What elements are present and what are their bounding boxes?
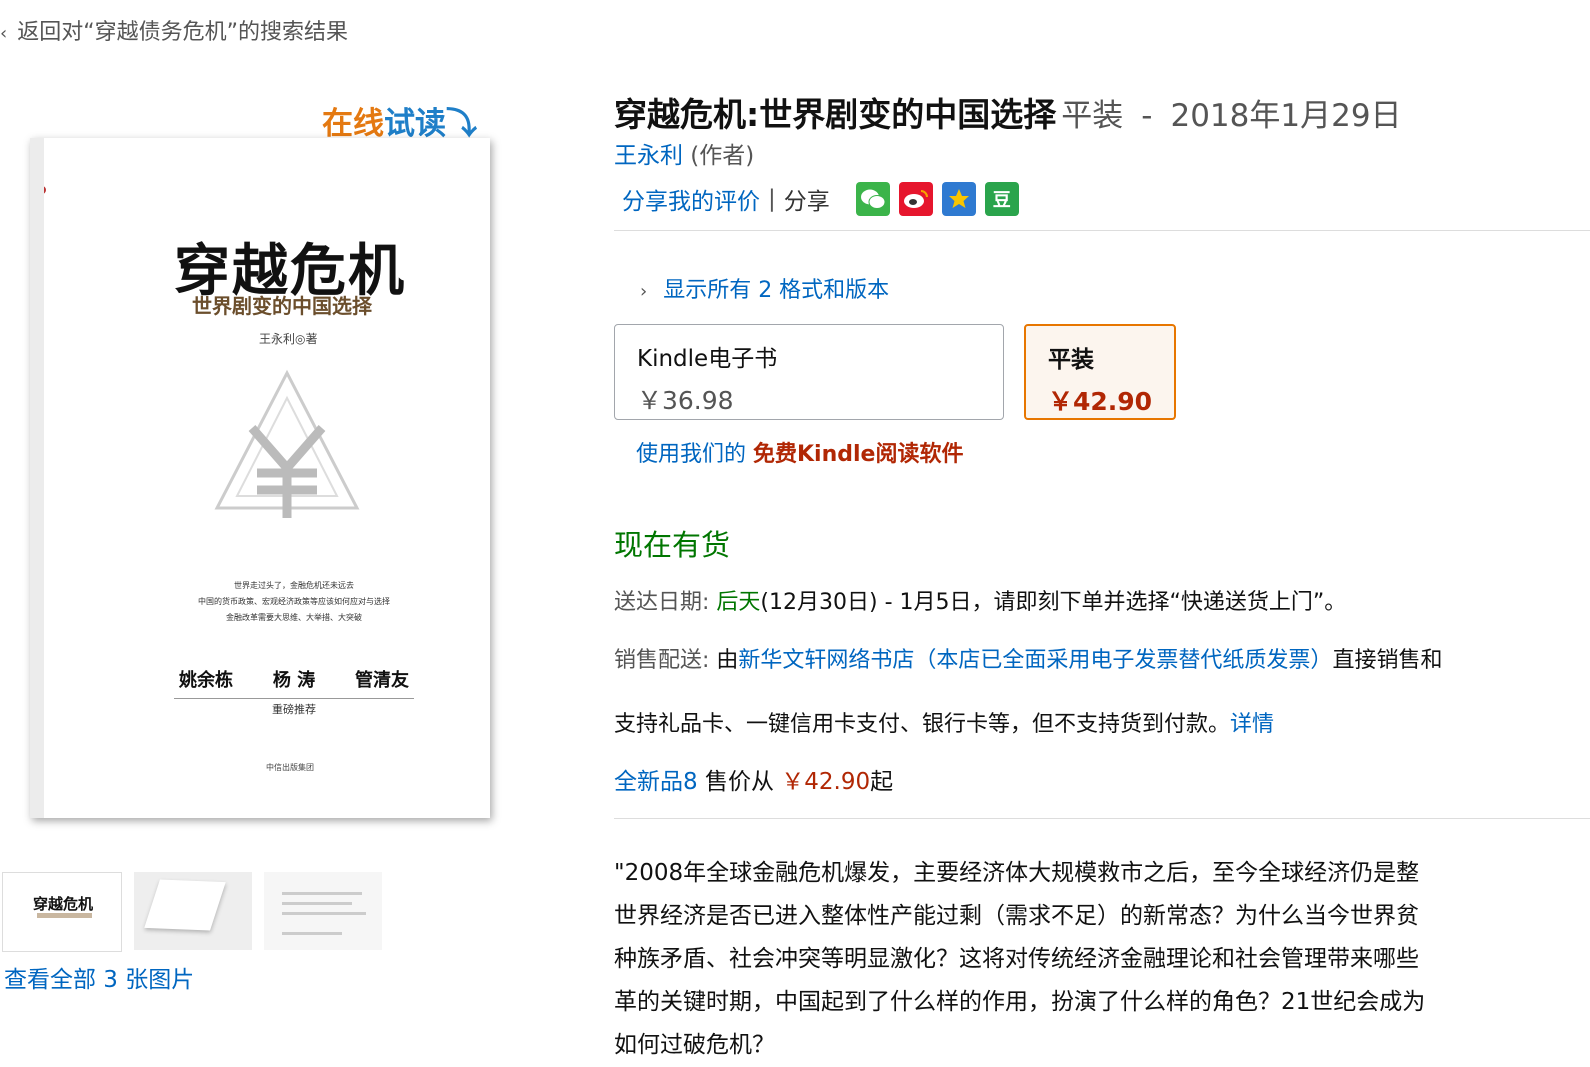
thumbnail-front-cover[interactable]: 穿越危机 [2,872,122,952]
cover-blurb-line: 中国的货币政策、宏观经济政策等应该如何应对与选择 [198,597,390,606]
product-description: "2008年全球金融危机爆发，主要经济体大规模救市之后，至今全球经济仍是整 世界… [614,852,1590,1067]
recommend-label: 重磅推荐 [174,698,414,717]
payment-info: 支持礼品卡、一键信用卡支付、银行卡等，但不支持货到付款。详情 [614,706,1274,738]
seller-label: 销售配送: [614,648,717,673]
delivery-day: 后天 [716,590,761,615]
offers-info: 全新品8 售价从 ￥42.90起 [614,762,893,796]
share-separator: | [768,186,776,212]
format-name: 平装 [1048,347,1094,373]
format-name: Kindle电子书 [637,346,778,372]
thumbnail-book-shape [144,879,226,931]
new-offers-link[interactable]: 全新品8 [614,769,698,795]
chevron-right-icon: › [640,281,648,302]
thumbnail-title: 穿越危机 [33,895,94,913]
cover-author: 王永利◎著 [259,332,318,346]
chevron-left-icon: ‹ [0,23,8,44]
kindle-app-link[interactable]: 免费Kindle阅读软件 [753,442,963,467]
description-line: "2008年全球金融危机爆发，主要经济体大规模救市之后，至今全球经济仍是整 [614,860,1420,886]
qzone-icon[interactable] [941,182,976,216]
divider [614,230,1590,231]
show-all-formats-label: 显示所有 2 格式和版本 [663,278,890,303]
yen-triangle-icon [214,369,360,518]
endorser-name: 姚余栋 [179,670,233,691]
delivery-label: 送达日期: [614,590,717,615]
try-read-text-2: 试读 [384,106,446,142]
cover-subtitle: 世界剧变的中国选择 [192,294,372,318]
thumbnail-text-line [282,902,352,905]
spine-title: 穿越危机 [31,288,44,344]
description-line: 如何过破危机？ [614,1032,775,1058]
main-product-image[interactable]: 穿越危机 穿越危机 世界剧变的中国选择 王永利◎著 世界走过头了，金融危机还未远… [30,138,490,818]
title-dash: - [1141,98,1153,134]
cover-blurb-line: 世界走过头了，金融危机还未远去 [234,581,354,590]
endorsers: 姚余栋 杨 涛 管清友 [179,666,409,692]
share-label: 分享 [783,189,830,215]
format-option-paperback[interactable]: 平装 ￥42.90 [1024,324,1176,420]
delivery-dates: (12月30日) - 1月5日，请即刻下单并选择“快递送货上门”。 [760,590,1347,615]
offers-price: ￥42.90 [781,769,871,795]
publisher-logo-icon [44,186,46,194]
share-review-link[interactable]: 分享我的评价 [622,182,760,216]
product-title-line: 穿越危机:世界剧变的中国选择 平装 -2018年1月29日 [614,88,1402,136]
endorser-name: 管清友 [355,670,409,691]
thumbnail-subtitle-bar [37,913,92,918]
offers-text: 售价从 [697,769,782,795]
endorser-name: 杨 涛 [272,670,316,691]
payment-details-link[interactable]: 详情 [1230,712,1274,737]
thumbnail-back-cover[interactable] [264,872,382,950]
author-link[interactable]: 王永利 [614,143,683,169]
availability-status: 现在有货 [614,528,731,562]
kindle-app-promo: 使用我们的 免费Kindle阅读软件 [636,436,963,468]
thumbnail-text-line [282,892,362,895]
product-title: 穿越危机:世界剧变的中国选择 [614,95,1057,134]
seller-prefix: 由 [716,648,739,673]
format-option-kindle[interactable]: Kindle电子书 ￥36.98 [614,324,1004,420]
thumbnail-text-line [282,912,366,915]
back-to-results-link[interactable]: ‹ 返回对“穿越债务危机”的搜索结果 [0,14,348,46]
thumbnail-angled-book[interactable] [134,872,252,950]
view-all-images-link[interactable]: 查看全部 3 张图片 [4,960,194,994]
curved-arrow-icon: ⤵ [446,106,477,142]
delivery-info: 送达日期: 后天(12月30日) - 1月5日，请即刻下单并选择“快递送货上门”… [614,584,1346,616]
wechat-icon[interactable] [855,182,890,216]
description-line: 种族矛盾、社会冲突等明显激化？这将对传统经济金融理论和社会管理带来哪些 [614,946,1419,972]
binding-label: 平装 [1061,98,1124,134]
publish-date: 2018年1月29日 [1170,98,1402,134]
share-bar: 分享我的评价 | 分享 豆 [622,182,1019,216]
cover-blurb: 世界走过头了，金融危机还未远去 中国的货币政策、宏观经济政策等应该如何应对与选择… [164,578,424,626]
author-line: 王永利 (作者) [614,136,754,170]
kindle-app-prefix: 使用我们的 [636,442,753,467]
show-all-formats-link[interactable]: › 显示所有 2 格式和版本 [640,272,889,304]
description-line: 革的关键时期，中国起到了什么样的作用，扮演了什么样的角色？21世纪会成为 [614,989,1426,1015]
thumbnail-text-line [282,932,342,935]
cover-blurb-line: 金融改革需要大思维、大举措、大突破 [226,613,362,622]
payment-text: 支持礼品卡、一键信用卡支付、银行卡等，但不支持货到付款。 [614,712,1231,737]
cover-publisher: 中信出版集团 [266,763,314,772]
description-line: 世界经济是否已进入整体性产能过剩（需求不足）的新常态？为什么当今世界贫 [614,903,1419,929]
seller-suffix: 直接销售和 [1332,648,1443,673]
divider [614,818,1590,819]
seller-info: 销售配送: 由新华文轩网络书店（本店已全面采用电子发票替代纸质发票）直接销售和 [614,642,1442,674]
douban-icon[interactable]: 豆 [984,182,1019,216]
format-price: ￥42.90 [1048,387,1153,416]
try-read-link[interactable]: 在线试读⤵ [322,98,477,143]
offers-suffix: 起 [870,769,894,795]
weibo-icon[interactable] [898,182,933,216]
format-price: ￥36.98 [637,386,734,415]
try-read-text-1: 在线 [322,106,384,142]
seller-link[interactable]: 新华文轩网络书店（本店已全面采用电子发票替代纸质发票） [738,648,1332,673]
book-spine [30,138,44,818]
back-link-label: 返回对“穿越债务危机”的搜索结果 [17,20,348,45]
author-role: (作者) [683,143,755,169]
